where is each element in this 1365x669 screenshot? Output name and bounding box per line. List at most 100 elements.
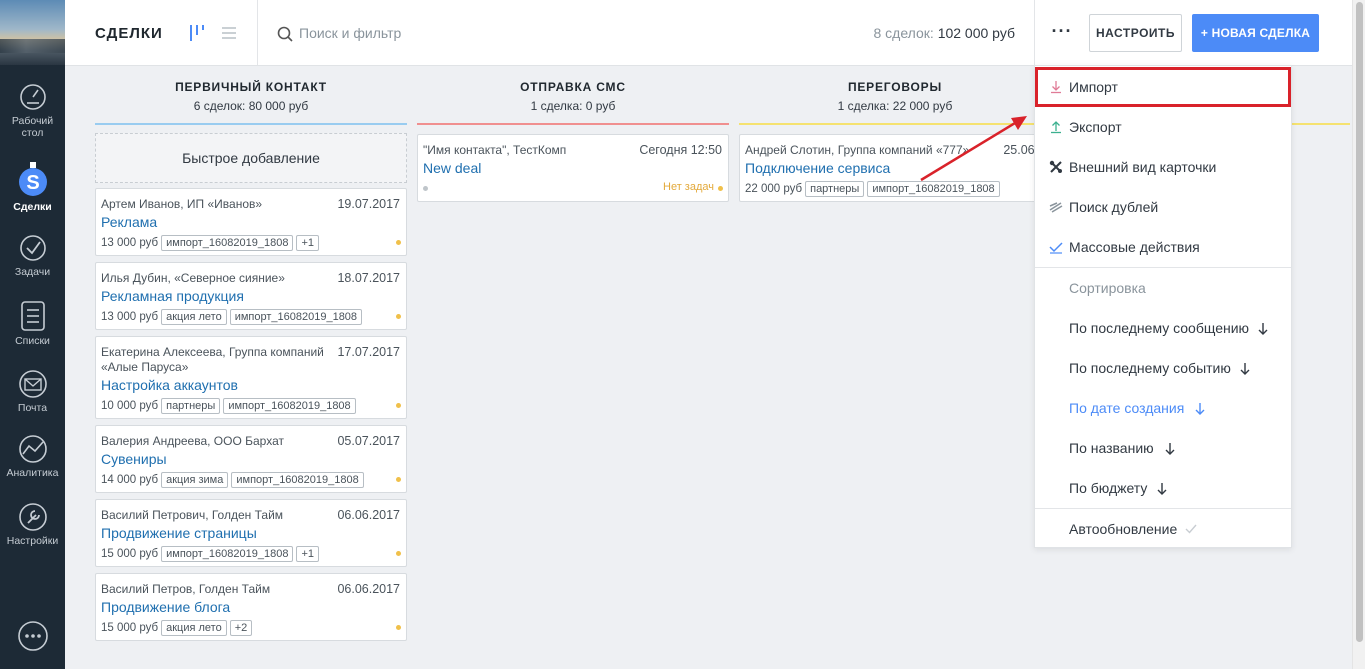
setup-button[interactable]: НАСТРОИТЬ: [1089, 14, 1182, 52]
deal-card[interactable]: Артем Иванов, ИП «Иванов» 19.07.2017 Рекл…: [95, 188, 407, 256]
card-deal-name[interactable]: Рекламная продукция: [101, 288, 244, 304]
new-deal-button[interactable]: + НОВАЯ СДЕЛКА: [1192, 14, 1319, 52]
card-contact[interactable]: Илья Дубин, «Северное сияние»: [101, 271, 285, 286]
card-date: 06.06.2017: [337, 508, 400, 522]
menu-item-label: По последнему сообщению: [1069, 320, 1250, 336]
stage-color-line: [417, 123, 729, 125]
tag[interactable]: акция лето: [161, 309, 227, 325]
sort-by-name[interactable]: По названию: [1035, 428, 1291, 468]
card-contact[interactable]: "Имя контакта", ТестКомп: [423, 143, 566, 158]
scrollbar[interactable]: [1352, 0, 1365, 669]
card-date: 17.07.2017: [337, 345, 400, 359]
settings-icon: [18, 503, 47, 531]
card-meta: 15 000 руб импорт_16082019_1808 +1: [101, 546, 319, 562]
deal-card[interactable]: Екатерина Алексеева, Группа компаний «Ал…: [95, 336, 407, 419]
deal-card[interactable]: Василий Петрович, Голден Тайм 06.06.2017 …: [95, 499, 407, 567]
check-icon: [1049, 242, 1063, 254]
arrow-down-icon: [1240, 363, 1250, 375]
deals-icon: S: [18, 162, 47, 196]
search-input[interactable]: [299, 22, 559, 44]
sidebar-item-label: Почта: [17, 402, 48, 414]
menu-item-export[interactable]: Экспорт: [1035, 107, 1291, 147]
sidebar-item-deals[interactable]: S Сделки: [0, 162, 65, 213]
tag[interactable]: импорт_16082019_1808: [867, 181, 1000, 197]
more-button[interactable]: ···: [1050, 14, 1074, 52]
sidebar-item-lists[interactable]: Списки: [0, 300, 65, 347]
tag[interactable]: импорт_16082019_1808: [161, 546, 294, 562]
list-view-icon[interactable]: [222, 26, 236, 40]
tag[interactable]: импорт_16082019_1808: [223, 398, 356, 414]
column-subtitle: 1 сделка: 0 руб: [530, 99, 616, 113]
account-logo[interactable]: [0, 0, 65, 65]
card-deal-name[interactable]: Реклама: [101, 214, 157, 230]
tag[interactable]: +1: [296, 235, 319, 251]
card-contact[interactable]: Андрей Слотин, Группа компаний «777»: [745, 143, 969, 158]
tag[interactable]: акция зима: [161, 472, 229, 488]
task-status-dot: [396, 477, 401, 482]
autoupdate-toggle[interactable]: Автообновление: [1035, 509, 1291, 549]
sort-by-budget[interactable]: По бюджету: [1035, 468, 1291, 508]
tools-icon: [1049, 160, 1062, 173]
tag[interactable]: импорт_16082019_1808: [229, 309, 363, 325]
page-title: СДЕЛКИ: [95, 25, 163, 42]
tag[interactable]: импорт_16082019_1808: [161, 235, 294, 251]
menu-item-card-view[interactable]: Внешний вид карточки: [1035, 147, 1291, 187]
task-status-dot: [396, 625, 401, 630]
card-deal-name[interactable]: Продвижение страницы: [101, 525, 257, 541]
divider: [1034, 0, 1035, 65]
card-deal-name[interactable]: Продвижение блога: [101, 599, 230, 615]
pipeline-view-icon[interactable]: [189, 24, 205, 42]
sidebar-item-tasks[interactable]: Задачи: [0, 233, 65, 278]
tag[interactable]: импорт_16082019_1808: [231, 472, 364, 488]
top-bar: СДЕЛКИ 8 сделок: 102 000 руб ··· НАСТРОИ…: [65, 0, 1352, 66]
tag[interactable]: партнеры: [161, 398, 221, 414]
card-meta: 22 000 руб партнеры импорт_16082019_1808: [745, 181, 1000, 197]
tag[interactable]: +1: [296, 546, 319, 562]
card-meta: 14 000 руб акция зима импорт_16082019_1808: [101, 472, 364, 488]
check-icon: [1185, 524, 1197, 534]
column-subtitle: 1 сделка: 22 000 руб: [837, 99, 953, 113]
card-contact[interactable]: Василий Петров, Голден Тайм: [101, 582, 270, 597]
card-deal-name[interactable]: Настройка аккаунтов: [101, 377, 238, 393]
deal-card[interactable]: Андрей Слотин, Группа компаний «777» 25.0…: [739, 134, 1039, 202]
summary-count: 8 сделок:: [873, 25, 934, 41]
sort-by-last-event[interactable]: По последнему событию: [1035, 348, 1291, 388]
quick-add-button[interactable]: Быстрое добавление: [95, 133, 407, 183]
card-contact[interactable]: Екатерина Алексеева, Группа компаний «Ал…: [101, 345, 331, 375]
tag[interactable]: +2: [229, 620, 253, 636]
dashboard-icon: [19, 84, 46, 110]
sidebar-item-settings[interactable]: Настройки: [0, 502, 65, 547]
scrollbar-thumb[interactable]: [1356, 2, 1363, 642]
sidebar-item-dashboard[interactable]: Рабочий стол: [0, 82, 65, 139]
duplicates-icon: [1049, 202, 1063, 213]
card-deal-name[interactable]: Подключение сервиса: [745, 160, 890, 176]
card-meta: 13 000 руб импорт_16082019_1808 +1: [101, 235, 319, 251]
card-date: Сегодня 12:50: [639, 143, 722, 157]
card-contact[interactable]: Василий Петрович, Голден Тайм: [101, 508, 283, 523]
deal-card[interactable]: "Имя контакта", ТестКомп Сегодня 12:50 Ne…: [417, 134, 729, 202]
chat-icon[interactable]: [17, 620, 49, 652]
sidebar-item-analytics[interactable]: Аналитика: [0, 434, 65, 479]
sidebar-item-label: Сделки: [13, 201, 52, 213]
arrow-down-icon: [1258, 323, 1268, 335]
task-status-dot: [396, 403, 401, 408]
card-deal-name[interactable]: New deal: [423, 160, 481, 176]
menu-item-mass-actions[interactable]: Массовые действия: [1035, 227, 1291, 267]
deal-card[interactable]: Илья Дубин, «Северное сияние» 18.07.2017 …: [95, 262, 407, 330]
deal-card[interactable]: Василий Петров, Голден Тайм 06.06.2017 Пр…: [95, 573, 407, 641]
menu-item-label: Импорт: [1069, 79, 1118, 95]
menu-item-import[interactable]: Импорт: [1035, 67, 1291, 107]
menu-item-find-duplicates[interactable]: Поиск дублей: [1035, 187, 1291, 227]
card-meta: 13 000 руб акция лето импорт_16082019_1808: [101, 309, 363, 325]
arrow-down-icon: [1157, 483, 1167, 495]
sort-by-created-date[interactable]: По дате создания: [1035, 388, 1291, 428]
deal-card[interactable]: Валерия Андреева, ООО Бархат 05.07.2017 С…: [95, 425, 407, 493]
tag[interactable]: партнеры: [805, 181, 865, 197]
tag[interactable]: акция лето: [161, 620, 227, 636]
card-deal-name[interactable]: Сувениры: [101, 451, 167, 467]
card-contact[interactable]: Валерия Андреева, ООО Бархат: [101, 434, 284, 449]
column-header-send-sms: ОТПРАВКА СМС 1 сделка: 0 руб: [417, 80, 729, 113]
sort-by-last-message[interactable]: По последнему сообщению: [1035, 308, 1291, 348]
card-contact[interactable]: Артем Иванов, ИП «Иванов»: [101, 197, 262, 212]
sidebar-item-mail[interactable]: Почта: [0, 369, 65, 414]
